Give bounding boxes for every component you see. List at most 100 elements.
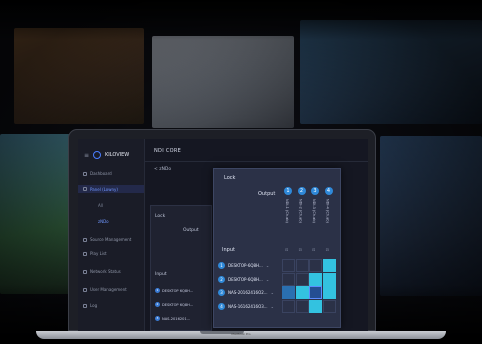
- routing-cell[interactable]: [295, 299, 309, 313]
- input-name: DESKTOP-6Q8H...: [228, 263, 263, 268]
- routing-cell[interactable]: [322, 286, 336, 299]
- matrix-panel-small: Lock Output Input 1 DESKTOP 6Q8H... 2 DE…: [150, 205, 212, 331]
- output-name: NDI-3 (Ch.ab): [312, 199, 316, 223]
- chevron-down-icon[interactable]: ⌄: [266, 263, 269, 268]
- brand-name: KILOVIEW: [105, 152, 130, 158]
- lock-toggle-icon[interactable]: ⊡: [312, 247, 315, 252]
- menu-icon[interactable]: ≡: [84, 152, 89, 159]
- lock-label: Lock: [224, 175, 236, 181]
- sidebar-item-label: Dashboard: [90, 171, 112, 176]
- routing-cell[interactable]: [309, 259, 322, 272]
- input-name: DESKTOP 6Q8H...: [162, 288, 194, 293]
- output-label: Output: [183, 228, 199, 233]
- sidebar-item-label: Play List: [90, 251, 107, 256]
- page-title: NDI CORE: [154, 148, 182, 154]
- dashboard-icon: [83, 171, 87, 176]
- output-number-badge: 3: [311, 187, 319, 195]
- output-name: NDI-2 (Ch.ab): [298, 199, 303, 223]
- sidebar-item-label: Network Status: [90, 269, 121, 274]
- input-label: Input: [222, 247, 235, 253]
- input-name: DESKTOP-6Q8H...: [228, 276, 263, 282]
- sidebar-item-label: User Management: [90, 287, 127, 292]
- input-number-badge: 4: [218, 302, 225, 310]
- output-name: NDI-4 (Ch.ab): [325, 199, 330, 223]
- network-icon: [83, 269, 87, 274]
- logo-icon: [93, 151, 102, 159]
- output-number-badge: 1: [284, 187, 292, 195]
- input-number-badge: 3: [218, 289, 225, 296]
- input-number-badge: 1: [218, 262, 225, 269]
- sidebar-item-label: Log: [90, 303, 98, 308]
- routing-cell[interactable]: [282, 259, 295, 272]
- chevron-down-icon[interactable]: ⌄: [271, 304, 274, 309]
- input-row[interactable]: 2 DESKTOP 6Q8H...: [155, 302, 193, 307]
- video-tile-monitors: [380, 136, 482, 296]
- user-icon: [83, 287, 87, 292]
- input-label: Input: [155, 272, 167, 277]
- sidebar: ≡ KILOVIEW Dashboard Panel (Lowny) All z…: [78, 139, 145, 332]
- input-row[interactable]: 4 NAS-16162416O3... ⌄: [218, 300, 276, 313]
- lock-label: Lock: [155, 214, 166, 219]
- source-icon: [83, 237, 87, 242]
- sidebar-item-source-management[interactable]: Source Management: [83, 237, 131, 242]
- input-number-badge: 2: [218, 275, 225, 283]
- routing-cell[interactable]: [295, 259, 309, 272]
- routing-cell[interactable]: [322, 299, 336, 313]
- chevron-down-icon[interactable]: ⌄: [271, 290, 274, 295]
- sidebar-item-label: Source Management: [90, 237, 132, 242]
- input-row[interactable]: 3 NAS-2016201...: [155, 316, 190, 321]
- playlist-icon: [83, 251, 87, 256]
- video-tile-stadium: [0, 134, 70, 294]
- routing-cell[interactable]: [322, 259, 336, 272]
- output-number-badge: 4: [324, 187, 333, 195]
- output-name: NDI-1 (Ch.ab): [285, 199, 289, 223]
- output-column-3[interactable]: 3 NDI-3 (Ch.ab): [309, 183, 322, 249]
- output-column-4[interactable]: 4 NDI-4 (Ch.ab): [323, 183, 336, 249]
- sidebar-item-log[interactable]: Log: [83, 303, 97, 308]
- input-number-badge: 3: [155, 316, 160, 321]
- routing-cell[interactable]: [295, 272, 309, 286]
- top-bar: NDI CORE: [144, 139, 368, 162]
- device-label: MacBook Pro: [231, 332, 251, 336]
- lock-toggle-icon[interactable]: ⊡: [299, 247, 302, 252]
- routing-cell[interactable]: [295, 286, 309, 299]
- panel-icon: [83, 187, 87, 191]
- routing-matrix-zoom: Lock Output Input 1 NDI-1 (Ch.ab) ⊡ 2 NDI-2 …: [213, 168, 341, 328]
- sidebar-item-network-status[interactable]: Network Status: [83, 269, 121, 274]
- video-tile-camera: [152, 36, 294, 128]
- breadcrumb[interactable]: < zNDo: [154, 167, 171, 172]
- input-row[interactable]: 1 DESKTOP-6Q8H... ⌄: [218, 259, 276, 272]
- routing-cell[interactable]: [282, 286, 295, 299]
- input-name: NAS-20162416O2...: [228, 290, 268, 295]
- log-icon: [83, 303, 87, 308]
- brand: ≡ KILOVIEW: [84, 151, 129, 159]
- lock-toggle-icon[interactable]: ⊡: [326, 247, 329, 252]
- sidebar-item-play-list[interactable]: Play List: [83, 251, 107, 256]
- input-row[interactable]: 2 DESKTOP-6Q8H... ⌄: [218, 273, 276, 286]
- routing-cell[interactable]: [282, 299, 295, 313]
- input-name: NAS-16162416O3...: [228, 303, 268, 309]
- sidebar-item-dashboard[interactable]: Dashboard: [83, 171, 112, 176]
- video-tile-classroom: [14, 28, 144, 124]
- sidebar-subitem-zndo[interactable]: zNDo: [98, 219, 109, 224]
- input-row[interactable]: 1 DESKTOP 6Q8H...: [155, 288, 193, 293]
- routing-cell[interactable]: [309, 299, 322, 313]
- sidebar-item-user-management[interactable]: User Management: [83, 287, 127, 292]
- output-column-1[interactable]: 1 NDI-1 (Ch.ab): [282, 183, 295, 249]
- input-number-badge: 2: [155, 302, 160, 307]
- input-number-badge: 1: [155, 288, 160, 293]
- routing-cell[interactable]: [309, 286, 322, 299]
- routing-cell[interactable]: [309, 272, 322, 286]
- routing-cell[interactable]: [282, 272, 295, 286]
- sidebar-item-panel[interactable]: Panel (Lowny): [78, 185, 144, 193]
- input-row[interactable]: 3 NAS-20162416O2... ⌄: [218, 286, 276, 299]
- sidebar-item-label: Panel (Lowny): [90, 186, 118, 192]
- sidebar-subitem-all[interactable]: All: [98, 203, 103, 208]
- lock-toggle-icon[interactable]: ⊡: [285, 247, 288, 252]
- chevron-down-icon[interactable]: ⌄: [266, 277, 269, 282]
- output-label: Output: [258, 191, 276, 197]
- routing-cell[interactable]: [322, 272, 336, 286]
- output-number-badge: 2: [297, 187, 306, 195]
- input-name: DESKTOP 6Q8H...: [162, 302, 194, 307]
- output-column-2[interactable]: 2 NDI-2 (Ch.ab): [296, 183, 309, 249]
